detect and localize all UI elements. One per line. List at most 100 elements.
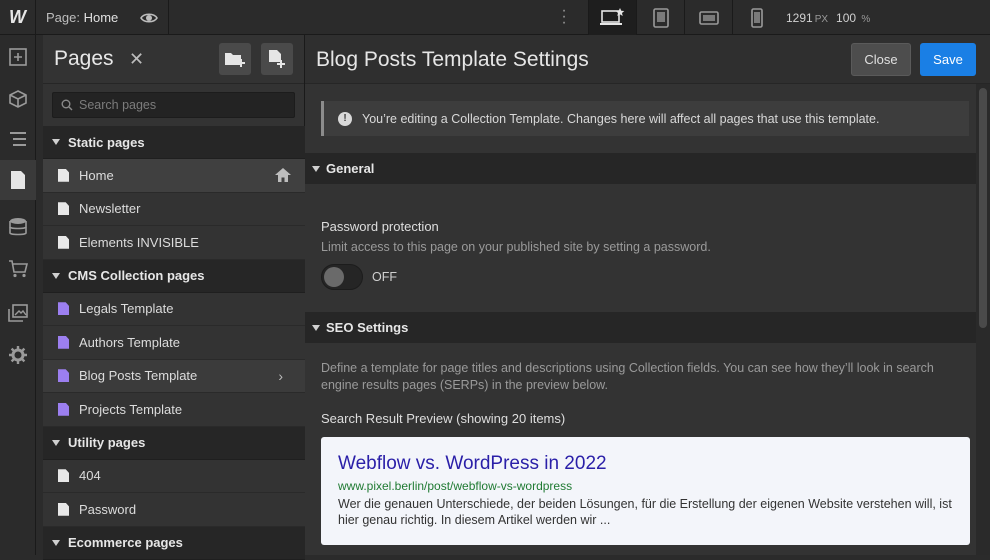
search-result-preview: Webflow vs. WordPress in 2022 www.pixel.…	[321, 437, 970, 545]
scrollbar-thumb[interactable]	[979, 88, 987, 328]
page-item-label: Home	[79, 167, 114, 183]
settings-panel-button[interactable]	[0, 335, 36, 375]
assets-panel-button[interactable]	[0, 293, 36, 333]
webflow-logo[interactable]: W	[0, 0, 36, 35]
page-icon	[11, 171, 25, 189]
home-icon	[275, 168, 291, 182]
page-item-authors-template[interactable]: Authors Template	[43, 326, 305, 360]
page-item-elements-invisible[interactable]: Elements INVISIBLE	[43, 226, 305, 260]
collection-template-notice: ! You’re editing a Collection Template. …	[321, 101, 969, 136]
canvas-size-readout: 1291 PX 100 %	[786, 11, 878, 25]
general-section-header[interactable]: General	[305, 153, 976, 184]
tablet-breakpoint-button[interactable]	[636, 0, 684, 35]
password-protection-description: Limit access to this page on your publis…	[321, 240, 711, 254]
mobile-landscape-breakpoint-button[interactable]	[684, 0, 732, 35]
page-item-blog-posts-template[interactable]: Blog Posts Template ›	[43, 359, 305, 393]
section-cms-collection-pages[interactable]: CMS Collection pages	[43, 259, 305, 293]
pages-panel-button[interactable]	[0, 160, 36, 200]
zoom-unit: %	[861, 14, 871, 25]
cart-icon	[9, 260, 28, 278]
section-utility-pages[interactable]: Utility pages	[43, 426, 305, 460]
current-page-indicator[interactable]: Page: Home	[46, 10, 118, 25]
page-item-projects-template[interactable]: Projects Template	[43, 393, 305, 427]
add-folder-button[interactable]	[219, 43, 251, 75]
section-label: General	[326, 161, 375, 176]
page-item-newsletter[interactable]: Newsletter	[43, 192, 305, 226]
section-label: Ecommerce pages	[68, 535, 183, 550]
close-button[interactable]: Close	[851, 43, 911, 76]
ecommerce-panel-button[interactable]	[0, 249, 36, 289]
caret-down-icon	[52, 439, 60, 446]
page-item-label: Blog Posts Template	[79, 368, 198, 384]
left-toolbar	[0, 35, 36, 555]
add-page-button[interactable]	[261, 43, 293, 75]
search-icon	[61, 99, 73, 111]
page-icon	[58, 235, 69, 249]
close-icon[interactable]: ✕	[129, 49, 144, 70]
database-icon	[9, 218, 27, 236]
desktop-star-icon	[599, 7, 624, 25]
caret-down-icon	[52, 139, 60, 145]
notice-text: You’re editing a Collection Template. Ch…	[362, 111, 880, 126]
caret-down-icon	[52, 272, 60, 279]
canvas-width: 1291	[786, 11, 813, 25]
page-item-label: Elements INVISIBLE	[79, 234, 199, 250]
page-item-label: 404	[79, 468, 101, 484]
zoom-value: 100	[836, 11, 857, 25]
toggle-state-label: OFF	[372, 270, 397, 284]
tablet-icon	[652, 7, 669, 28]
search-preview-label: Search Result Preview (showing 20 items)	[321, 411, 566, 426]
page-item-404[interactable]: 404	[43, 459, 305, 493]
page-icon	[58, 469, 69, 483]
page-prefix: Page:	[46, 10, 80, 25]
page-name: Home	[83, 10, 119, 25]
page-icon	[58, 168, 69, 182]
cms-page-icon	[58, 335, 69, 349]
symbols-panel-button[interactable]	[0, 79, 36, 119]
add-panel-button[interactable]	[0, 37, 36, 77]
password-protection-label: Password protection	[321, 219, 439, 234]
seo-description: Define a template for page titles and de…	[321, 361, 934, 392]
cms-page-icon	[58, 402, 69, 416]
search-field[interactable]	[52, 92, 295, 118]
mobile-portrait-breakpoint-button[interactable]	[732, 0, 780, 35]
seo-section-header[interactable]: SEO Settings	[305, 312, 976, 343]
cms-panel-button[interactable]	[0, 207, 36, 247]
preview-eye-icon[interactable]	[140, 9, 158, 27]
chevron-right-icon[interactable]: ›	[278, 368, 283, 384]
add-folder-icon	[225, 53, 245, 67]
cube-icon	[9, 90, 27, 108]
page-item-home[interactable]: Home	[43, 159, 305, 193]
section-label: SEO Settings	[326, 320, 409, 335]
navigator-panel-button[interactable]	[0, 119, 36, 159]
desktop-breakpoint-button[interactable]	[588, 0, 636, 35]
gear-icon	[9, 346, 27, 364]
navigator-icon	[10, 132, 26, 146]
pages-list: Static pages Home Newsletter Elements IN…	[43, 126, 305, 560]
width-unit: PX	[814, 14, 829, 25]
cms-page-icon	[58, 369, 69, 383]
more-options-icon[interactable]: · · ·	[558, 3, 570, 31]
search-input[interactable]	[79, 98, 279, 112]
panel-gap	[36, 35, 43, 555]
page-item-label: Authors Template	[79, 334, 180, 350]
save-button[interactable]: Save	[920, 43, 976, 76]
serp-title: Webflow vs. WordPress in 2022	[338, 453, 607, 474]
settings-scrollbar[interactable]	[976, 84, 990, 555]
page-icon	[58, 202, 69, 216]
page-icon	[58, 502, 69, 516]
caret-down-icon	[312, 324, 320, 331]
settings-header: Blog Posts Template Settings Close Save	[305, 35, 990, 84]
serp-url: www.pixel.berlin/post/webflow-vs-wordpre…	[338, 479, 573, 493]
section-label: CMS Collection pages	[68, 268, 205, 283]
page-item-label: Password	[79, 501, 137, 517]
password-protection-toggle[interactable]	[321, 264, 363, 290]
add-icon	[9, 48, 27, 66]
section-static-pages[interactable]: Static pages	[43, 126, 305, 159]
serp-description: Wer die genauen Unterschiede, der beiden…	[338, 497, 952, 527]
cms-page-icon	[58, 302, 69, 316]
page-item-label: Legals Template	[79, 301, 174, 317]
page-item-password[interactable]: Password	[43, 493, 305, 527]
toggle-knob	[324, 267, 344, 287]
page-item-legals-template[interactable]: Legals Template	[43, 292, 305, 326]
